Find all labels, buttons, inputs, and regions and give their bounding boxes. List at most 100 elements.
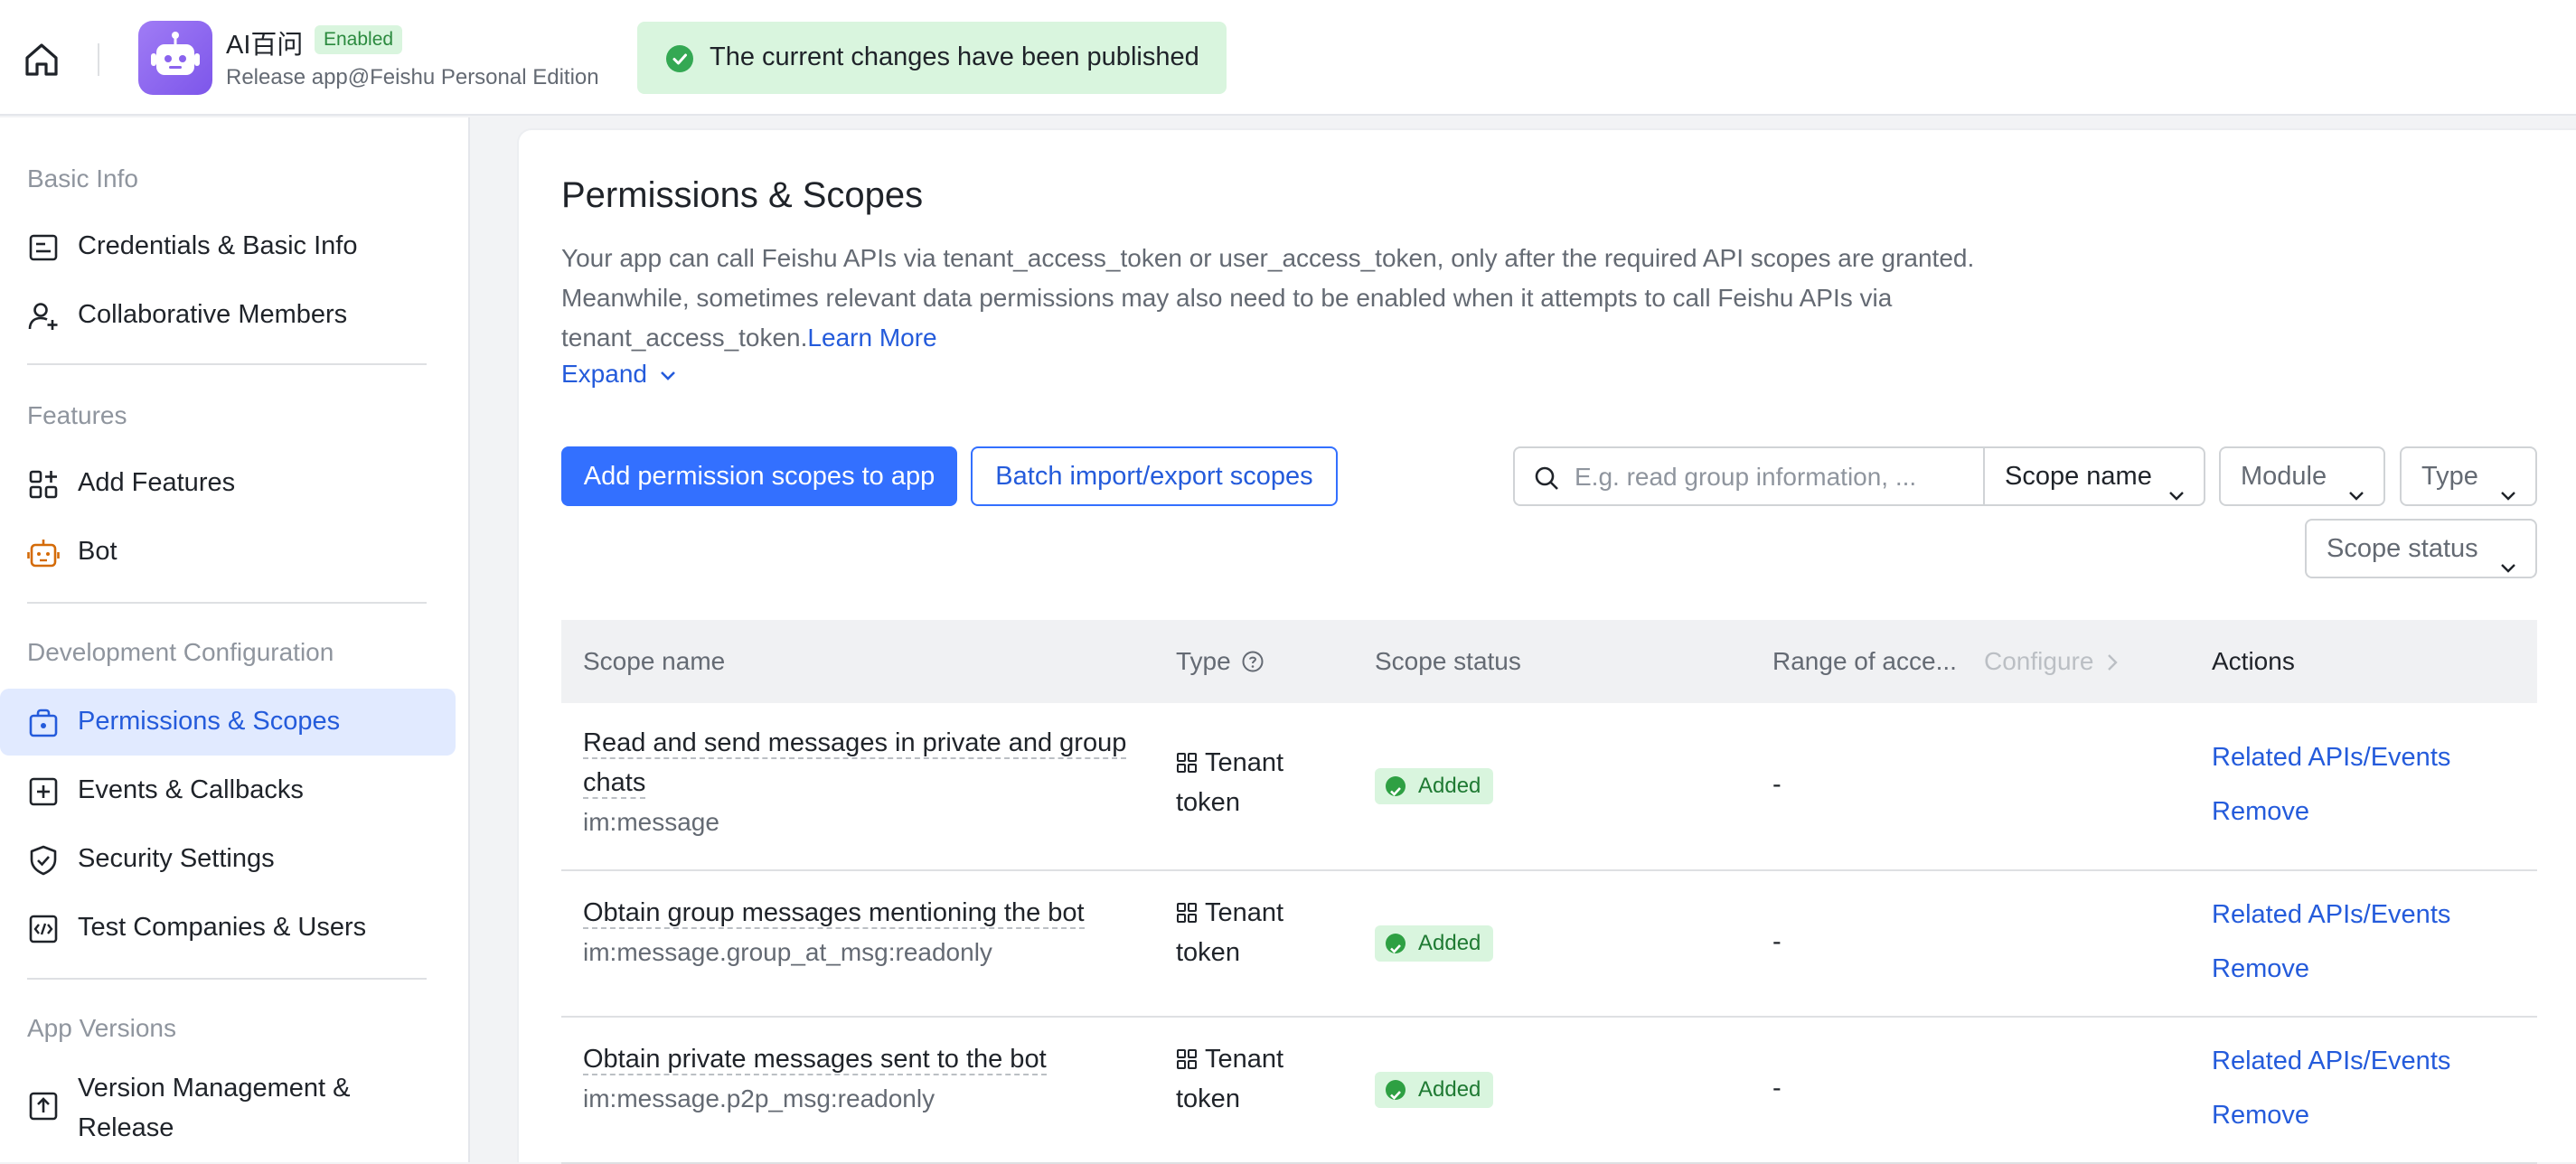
column-header-scope-status: Scope status bbox=[1375, 647, 1521, 675]
divider bbox=[98, 43, 99, 76]
page-description: Your app can call Feishu APIs via tenant… bbox=[561, 239, 2007, 358]
sidebar-item-label: Add Features bbox=[78, 468, 236, 497]
apps-grid-icon bbox=[1176, 1042, 1198, 1069]
home-icon[interactable] bbox=[20, 38, 63, 81]
scope-title-text: Read and send messages in private and gr… bbox=[583, 728, 1127, 799]
sidebar-item-version-management[interactable]: Version Management & Release bbox=[0, 1063, 456, 1150]
add-grid-icon bbox=[27, 468, 60, 501]
scope-title[interactable]: Obtain private messages sent to the bot bbox=[583, 1039, 1143, 1079]
related-apis-events-link[interactable]: Related APIs/Events bbox=[2212, 743, 2450, 773]
sidebar-item-collaborative-members[interactable]: Collaborative Members bbox=[0, 282, 456, 349]
section-title-app-versions: App Versions bbox=[27, 1014, 176, 1042]
app-avatar-icon bbox=[138, 21, 212, 95]
range-value: - bbox=[1772, 770, 1782, 799]
table-row: Obtain group messages mentioning the bot… bbox=[561, 873, 2537, 1018]
range-value: - bbox=[1772, 1074, 1782, 1103]
chevron-down-icon bbox=[2167, 468, 2186, 501]
sidebar-item-label: Bot bbox=[78, 537, 118, 566]
dropdown-label: Scope status bbox=[2327, 534, 2478, 563]
search-input[interactable] bbox=[1575, 459, 1972, 495]
check-circle-icon bbox=[1386, 934, 1406, 953]
sidebar-item-label: Version Management & Release bbox=[78, 1074, 351, 1142]
apps-grid-icon bbox=[1176, 746, 1198, 773]
related-apis-events-link[interactable]: Related APIs/Events bbox=[2212, 1047, 2450, 1076]
section-title-development-configuration: Development Configuration bbox=[27, 638, 334, 666]
scope-title[interactable]: Read and send messages in private and gr… bbox=[583, 723, 1143, 803]
expand-toggle[interactable]: Expand bbox=[561, 360, 678, 389]
sidebar-item-credentials[interactable]: Credentials & Basic Info bbox=[0, 213, 456, 280]
id-card-icon bbox=[27, 231, 60, 264]
type-filter-dropdown[interactable]: Type bbox=[2400, 446, 2537, 506]
chevron-down-icon bbox=[2499, 540, 2517, 573]
check-circle-icon bbox=[666, 45, 693, 72]
sidebar-item-permissions-scopes[interactable]: Permissions & Scopes bbox=[0, 689, 456, 756]
chevron-down-icon bbox=[654, 360, 678, 388]
search-box bbox=[1513, 446, 1983, 506]
remove-link[interactable]: Remove bbox=[2212, 954, 2309, 984]
sidebar-item-label: Test Companies & Users bbox=[78, 913, 367, 942]
table-row: Obtain private messages sent to the bot … bbox=[561, 1019, 2537, 1164]
scope-key: im:message.p2p_msg:readonly bbox=[583, 1084, 935, 1112]
upload-icon bbox=[27, 1090, 60, 1122]
sidebar-item-security-settings[interactable]: Security Settings bbox=[0, 826, 456, 893]
table-row: Read and send messages in private and gr… bbox=[561, 703, 2537, 871]
check-circle-icon bbox=[1386, 776, 1406, 796]
sidebar-item-add-features[interactable]: Add Features bbox=[0, 450, 456, 517]
divider bbox=[27, 602, 427, 604]
expand-label: Expand bbox=[561, 360, 647, 388]
type-cell: Tenant token bbox=[1176, 1039, 1312, 1119]
sidebar-item-events-callbacks[interactable]: Events & Callbacks bbox=[0, 757, 456, 824]
section-title-basic-info: Basic Info bbox=[27, 164, 138, 192]
page-title: Permissions & Scopes bbox=[561, 175, 924, 215]
shield-icon bbox=[27, 844, 60, 877]
search-icon bbox=[1533, 465, 1560, 492]
dropdown-label: Module bbox=[2241, 462, 2327, 491]
configure-label: Configure bbox=[1984, 647, 2094, 675]
remove-link[interactable]: Remove bbox=[2212, 797, 2309, 827]
top-bar: AI百问 Enabled Release app@Feishu Personal… bbox=[0, 0, 2576, 116]
bot-icon bbox=[27, 537, 60, 569]
check-circle-icon bbox=[1386, 1080, 1406, 1100]
description-text: Your app can call Feishu APIs via tenant… bbox=[561, 244, 1975, 352]
column-header-actions: Actions bbox=[2212, 647, 2295, 675]
learn-more-link[interactable]: Learn More bbox=[807, 324, 936, 352]
status-label: Added bbox=[1418, 931, 1481, 955]
app-name: AI百问 bbox=[226, 31, 304, 60]
sidebar-item-label: Permissions & Scopes bbox=[78, 707, 341, 736]
sidebar-item-test-companies-users[interactable]: Test Companies & Users bbox=[0, 895, 456, 962]
add-permission-scopes-button[interactable]: Add permission scopes to app bbox=[561, 446, 957, 506]
configure-link[interactable]: Configure bbox=[1984, 647, 2120, 676]
column-header-scope-name: Scope name bbox=[583, 647, 726, 675]
scope-key: im:message.group_at_msg:readonly bbox=[583, 938, 992, 966]
table-header: Scope name Type Scope status Range of ac… bbox=[561, 620, 2537, 703]
toast-message: The current changes have been published bbox=[710, 42, 1199, 71]
status-badge: Added bbox=[1375, 1072, 1494, 1108]
scope-status-filter-dropdown[interactable]: Scope status bbox=[2305, 519, 2537, 578]
scope-name-filter-dropdown[interactable]: Scope name bbox=[1983, 446, 2205, 506]
dropdown-label: Type bbox=[2421, 462, 2478, 491]
status-badge: Added bbox=[1375, 925, 1494, 962]
dropdown-label: Scope name bbox=[2005, 462, 2152, 491]
batch-import-export-button[interactable]: Batch import/export scopes bbox=[971, 446, 1338, 506]
column-header-type-label: Type bbox=[1176, 647, 1231, 675]
publish-toast: The current changes have been published bbox=[637, 22, 1227, 94]
status-label: Added bbox=[1418, 1077, 1481, 1102]
add-member-icon bbox=[27, 300, 60, 333]
type-cell: Tenant token bbox=[1176, 743, 1312, 822]
status-badge: Added bbox=[1375, 768, 1494, 804]
help-icon[interactable] bbox=[1237, 647, 1264, 675]
sidebar-item-label: Credentials & Basic Info bbox=[78, 231, 358, 260]
section-title-features: Features bbox=[27, 401, 127, 429]
sidebar-item-label: Events & Callbacks bbox=[78, 775, 304, 804]
sidebar-item-bot[interactable]: Bot bbox=[0, 519, 456, 586]
sidebar: Basic Info Credentials & Basic Info Coll… bbox=[0, 117, 470, 1162]
module-filter-dropdown[interactable]: Module bbox=[2219, 446, 2385, 506]
related-apis-events-link[interactable]: Related APIs/Events bbox=[2212, 900, 2450, 930]
scope-title-text: Obtain group messages mentioning the bot bbox=[583, 898, 1085, 929]
scope-key: im:message bbox=[583, 808, 719, 836]
divider bbox=[27, 978, 427, 980]
scope-title[interactable]: Obtain group messages mentioning the bot bbox=[583, 893, 1143, 933]
chevron-down-icon bbox=[2347, 468, 2365, 501]
remove-link[interactable]: Remove bbox=[2212, 1101, 2309, 1131]
sidebar-item-label: Collaborative Members bbox=[78, 300, 348, 329]
